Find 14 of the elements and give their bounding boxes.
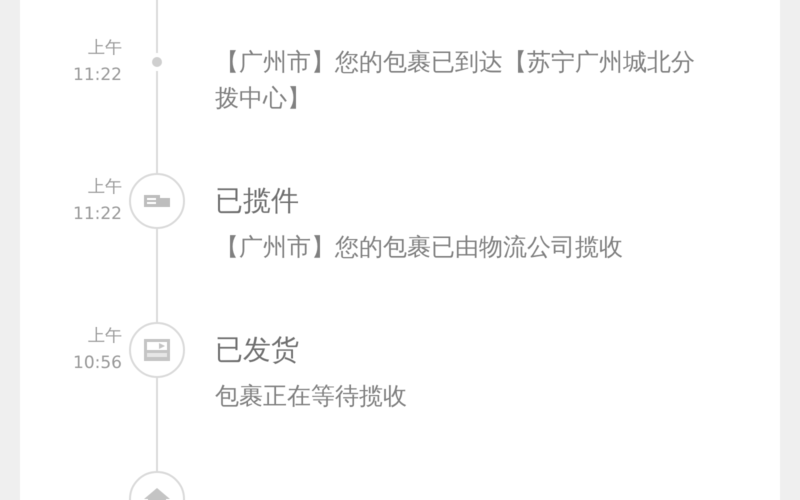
truck-icon (144, 193, 170, 209)
time-text: 11:22 (73, 203, 122, 226)
status-detail: 包裹正在等待揽收 (215, 381, 408, 412)
time-text: 10:56 (73, 352, 122, 375)
status-title: 已揽件 (215, 183, 300, 219)
timeline-dot (152, 57, 162, 67)
time-period: 上午 (88, 325, 122, 348)
status-title: 已发货 (215, 332, 300, 368)
card-icon (144, 339, 170, 361)
time-period: 上午 (88, 176, 122, 199)
status-detail: 【广州市】您的包裹已由物流公司揽收 (215, 232, 624, 263)
time-text: 11:22 (73, 64, 122, 87)
time-period: 上午 (88, 37, 122, 60)
status-detail: 【广州市】您的包裹已到达【苏宁广州城北分拨中心】 (215, 47, 696, 114)
